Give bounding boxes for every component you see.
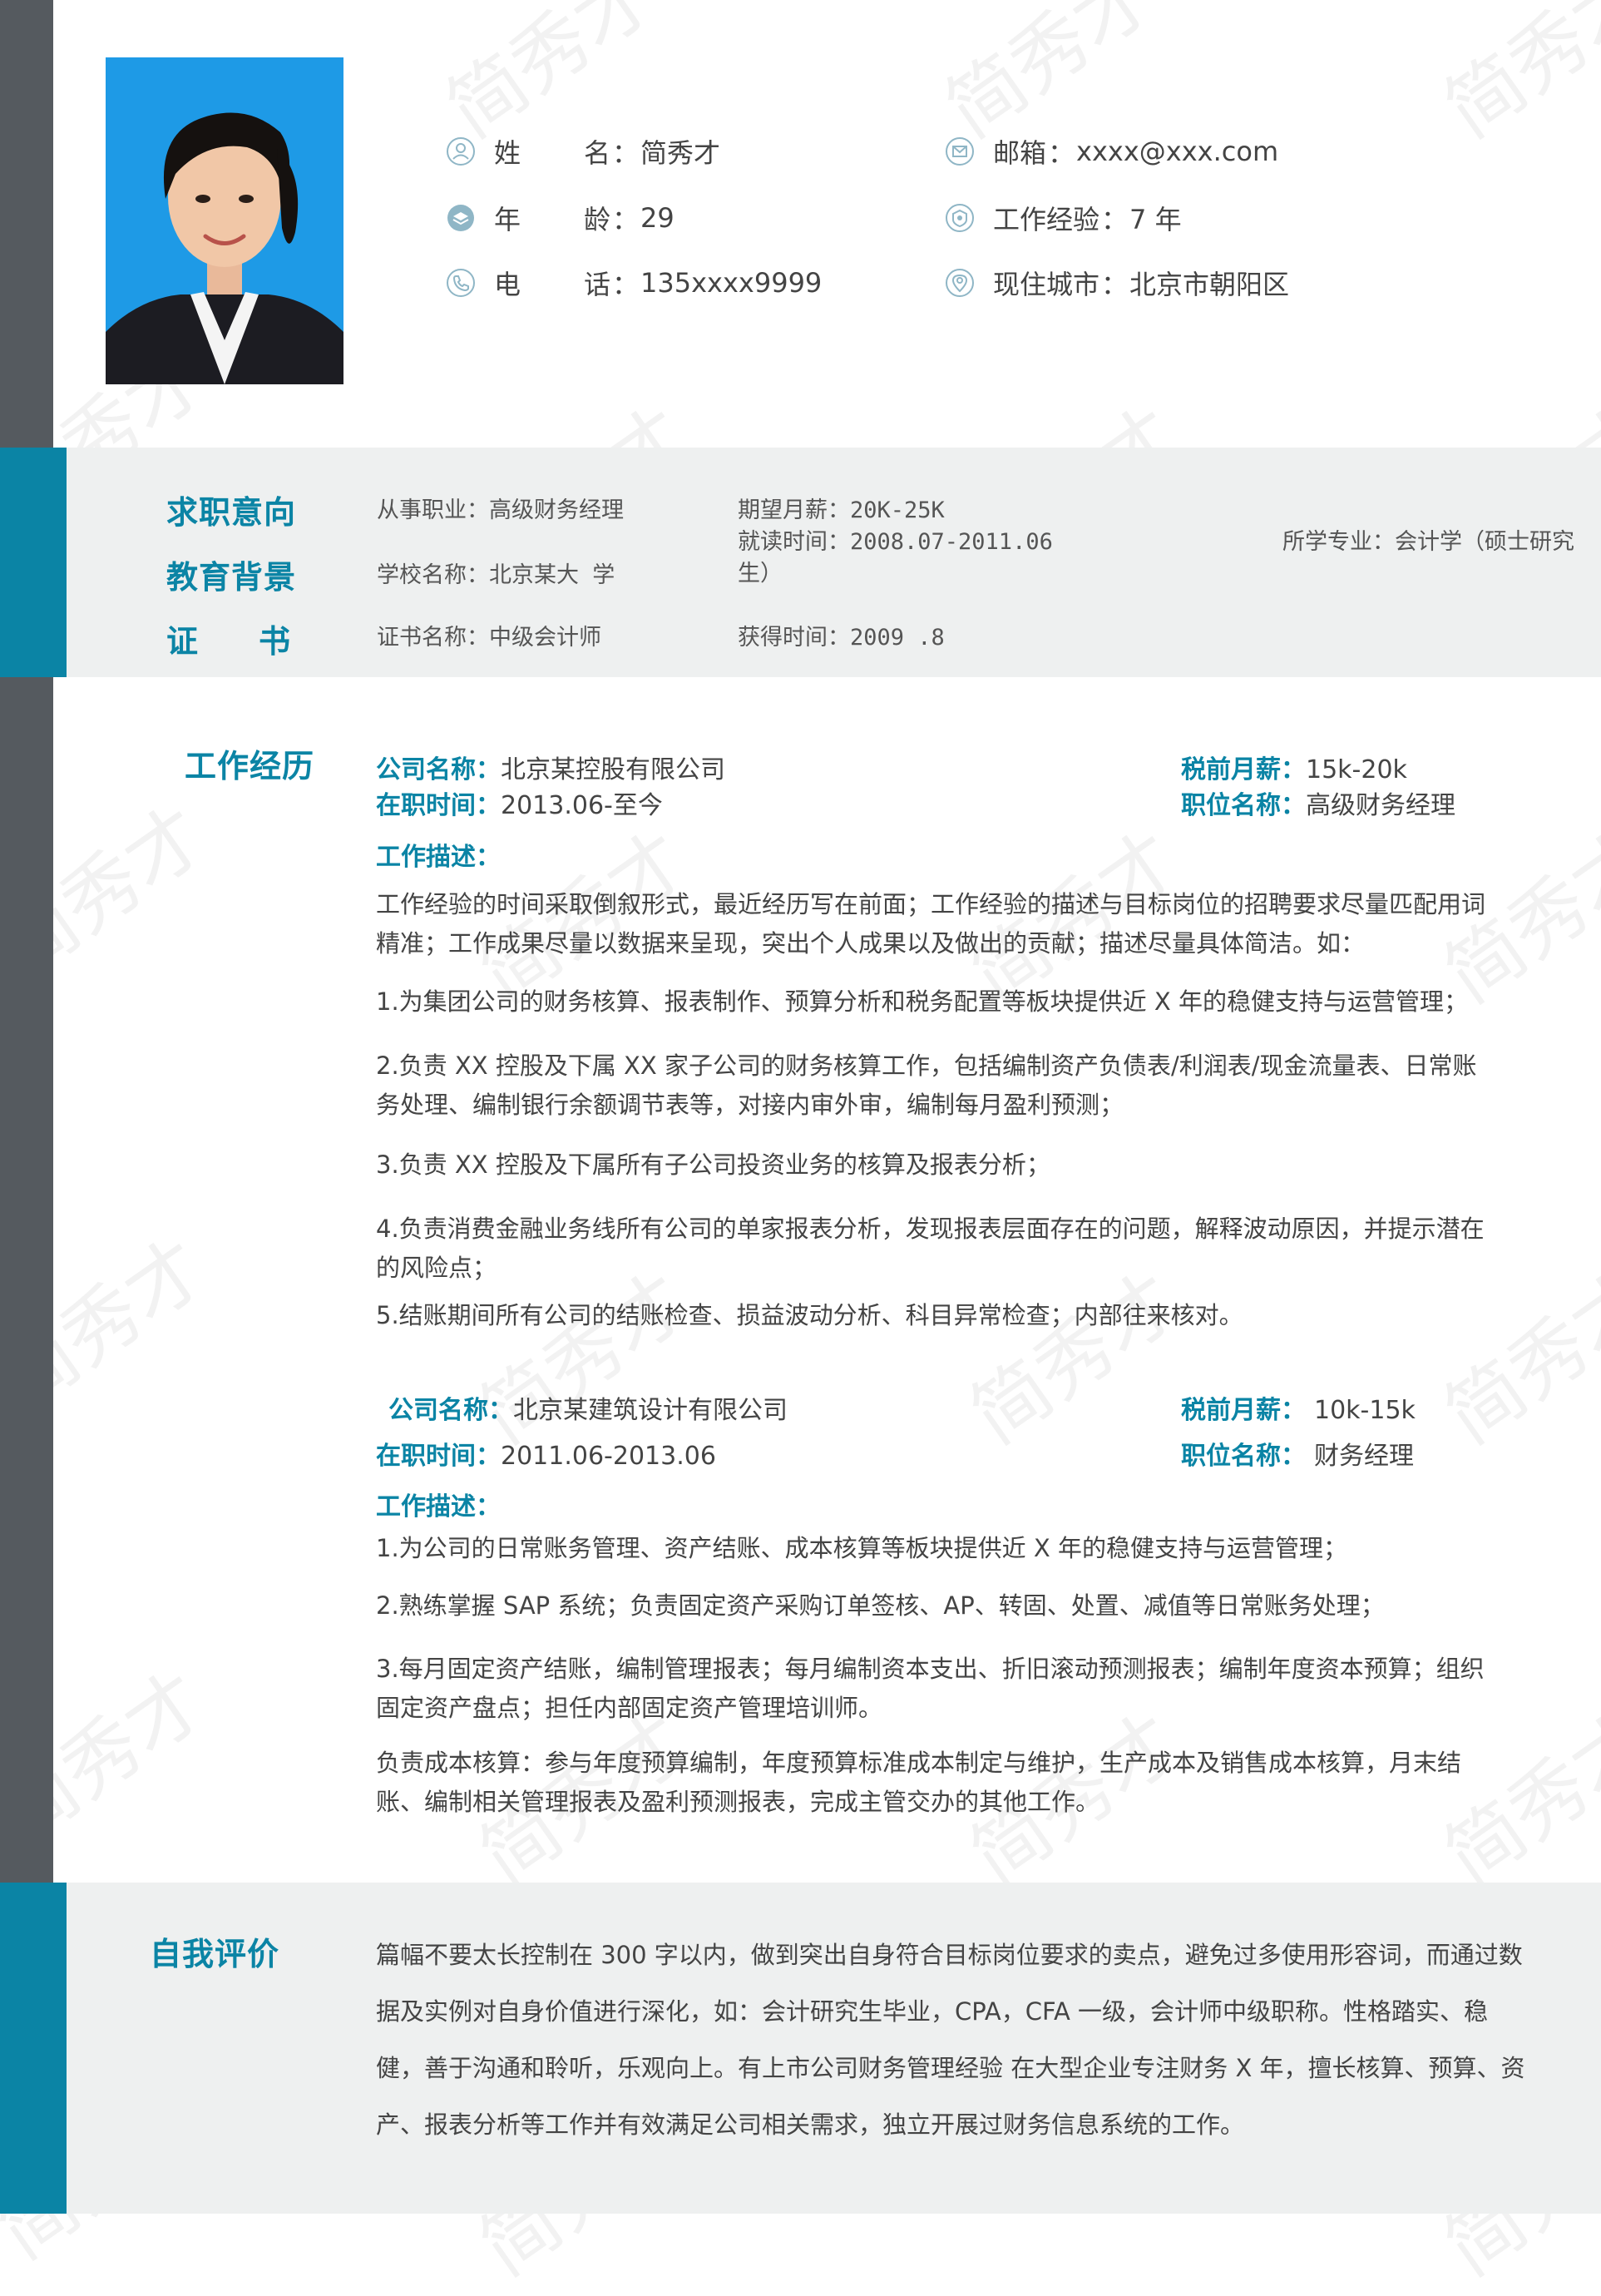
company-value: 北京某建筑设计有限公司 [513,1396,788,1425]
salary-label: 税前月薪： [1181,755,1306,784]
left-sidebar-bar [0,0,53,2214]
colon: ： [1101,204,1129,235]
info-email: 邮箱 ： xxxx@xxx.com [945,131,1278,172]
intent-position: 从事职业：高级财务经理 [377,497,624,523]
job1-paragraph: 1.为集团公司的财务核算、报表制作、预算分析和税务配置等板块提供近 X 年的稳健… [376,987,1468,1016]
job1-desc-title: 工作描述： [376,843,501,872]
job1-paragraph: 5.结账期间所有公司的结账检查、损益波动分析、科目异常检查；内部往来核对。 [376,1301,1243,1329]
colon: ： [612,137,640,169]
email-value: xxxx@xxx.com [1076,136,1279,167]
badge-icon [945,203,975,233]
info-name: 姓 名 ： 简秀才 [446,131,720,172]
mail-icon [945,136,975,166]
portrait-image [106,57,343,384]
colon: ： [612,204,640,235]
certificate-title-char2: 书 [258,623,291,660]
info-phone: 电 话 ： 135xxxx9999 [446,262,822,304]
colon: ： [612,269,640,300]
certificate-time: 获得时间：2009 .8 [738,625,945,651]
work-title: 工作经历 [185,748,315,784]
job2-paragraph: 负责成本核算：参与年度预算编制，年度预算标准成本制定与维护，生产成本及销售成本核… [376,1749,1462,1816]
colon: ： [1048,137,1075,169]
education-school: 学校名称：北京某大 学 [377,562,615,588]
job2-paragraph: 1.为公司的日常账务管理、资产结账、成本核算等板块提供近 X 年的稳健支持与运营… [376,1534,1347,1562]
job1-paragraph: 4.负责消费金融业务线所有公司的单家报表分析，发现报表层面存在的问题，解释波动原… [376,1215,1485,1282]
self-eval-text: 篇幅不要太长控制在 300 字以内，做到突出自身符合目标岗位要求的卖点，避免过多… [376,1941,1525,2139]
education-title: 教育背景 [166,559,297,596]
self-eval-accent [0,1883,67,2214]
name-label-char2: 名 [583,137,610,169]
location-pin-icon [945,268,975,298]
job2-paragraph: 3.每月固定资产结账，编制管理报表；每月编制资本支出、折旧滚动预测报表；编制年度… [376,1655,1485,1722]
phone-value: 135xxxx9999 [640,267,823,299]
job2-period: 在职时间：2011.06-2013.06 [376,1435,716,1472]
period-label: 在职时间： [376,791,501,820]
age-value: 29 [640,202,674,234]
age-label-char1: 年 [494,204,521,235]
intent-salary: 期望月薪：20K-25K [738,497,945,523]
period-value: 2011.06-2013.06 [501,1442,716,1471]
phone-icon [446,268,476,298]
certificate-title-char1: 证 [166,623,200,660]
company-label: 公司名称： [388,1396,513,1425]
job1-company: 公司名称：北京某控股有限公司 [376,749,725,785]
name-label-char1: 姓 [494,137,521,169]
info-experience: 工作经验 ： 7 年 [945,197,1182,239]
position-value: 高级财务经理 [1306,791,1455,820]
intent-title: 求职意向 [166,494,297,531]
phone-label-char2: 话 [583,269,610,300]
layers-icon [446,203,476,233]
age-label-char2: 龄 [583,204,610,235]
info-age: 年 龄 ： 29 [446,197,674,239]
period-label: 在职时间： [376,1442,501,1471]
colon: ： [1101,269,1129,300]
name-value: 简秀才 [640,137,721,169]
certificate-title: 证 书 [166,616,291,661]
period-value: 2013.06-至今 [501,791,663,820]
position-value: 财务经理 [1314,1442,1414,1471]
user-icon [446,136,476,166]
job2-paragraph: 2.熟练掌握 SAP 系统；负责固定资产采购订单签核、AP、转固、处置、减值等日… [376,1591,1385,1620]
company-label: 公司名称： [376,755,501,784]
job2-salary: 税前月薪： 10k-15k [1181,1389,1416,1426]
job1-salary: 税前月薪：15k-20k [1181,749,1407,785]
experience-value: 7 年 [1129,204,1182,235]
experience-label: 工作经验 [993,204,1100,235]
job2-position: 职位名称： 财务经理 [1181,1435,1414,1472]
self-eval-title: 自我评价 [150,1936,280,1972]
job2-company: 公司名称：北京某建筑设计有限公司 [388,1389,788,1426]
job1-paragraph: 2.负责 XX 控股及下属 XX 家子公司的财务核算工作，包括编制资产负债表/利… [376,1052,1477,1119]
position-label: 职位名称： [1181,1442,1306,1471]
salary-label: 税前月薪： [1181,1396,1306,1425]
phone-label: 电 话 [494,264,610,302]
summary-band-accent [0,448,67,677]
info-city: 现住城市 ： 北京市朝阳区 [945,262,1289,304]
education-major: 所学专业：会计学（硕士研究 [1282,529,1574,555]
salary-value: 10k-15k [1314,1396,1416,1425]
city-label: 现住城市 [993,269,1100,300]
age-label: 年 龄 [494,199,610,237]
company-value: 北京某控股有限公司 [501,755,725,784]
job1-paragraph: 工作经验的时间采取倒叙形式，最近经历写在前面；工作经验的描述与目标岗位的招聘要求… [376,890,1486,957]
education-period-continued: 生） [738,561,783,586]
name-label: 姓 名 [494,132,610,171]
watermark: 简秀才 [1429,0,1601,156]
job1-period: 在职时间：2013.06-至今 [376,784,663,821]
job1-paragraph: 3.负责 XX 控股及下属所有子公司投资业务的核算及报表分析； [376,1150,1050,1179]
position-label: 职位名称： [1181,791,1306,820]
education-period: 就读时间：2008.07-2011.06 [738,529,1053,555]
email-label: 邮箱 [993,137,1047,169]
profile-photo [106,57,343,384]
salary-value: 15k-20k [1306,755,1407,784]
certificate-name: 证书名称：中级会计师 [377,625,601,651]
job2-desc-title: 工作描述： [376,1492,501,1522]
city-value: 北京市朝阳区 [1129,269,1290,300]
phone-label-char1: 电 [494,269,521,300]
job1-position: 职位名称：高级财务经理 [1181,784,1455,821]
